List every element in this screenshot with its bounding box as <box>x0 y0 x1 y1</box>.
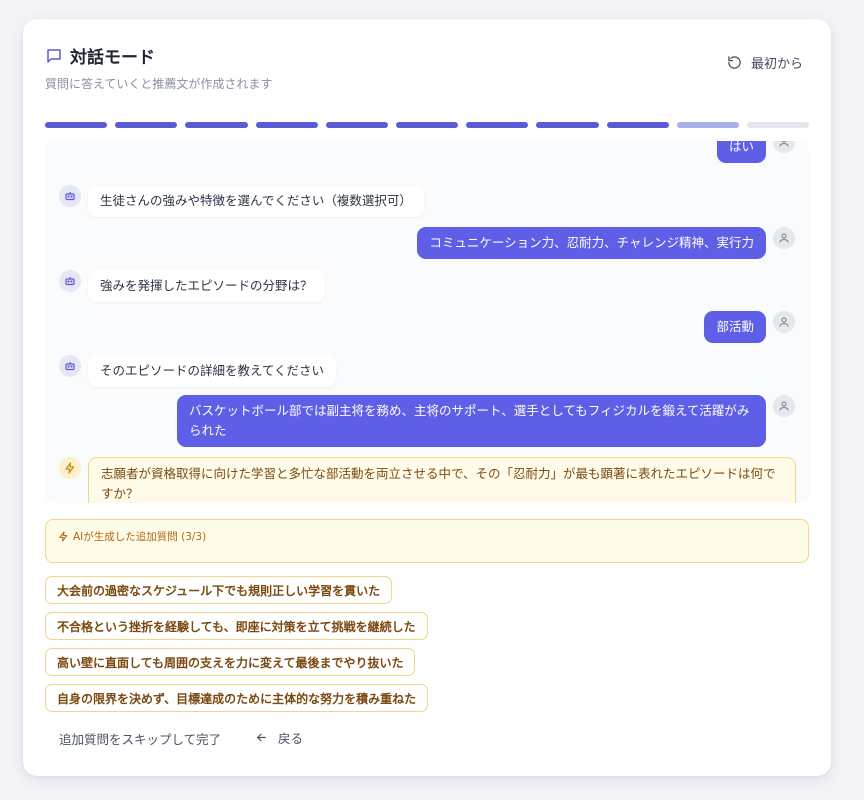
chat-message-bot: 生徒さんの強みや特徴を選んでください（複数選択可） <box>59 185 424 217</box>
user-icon <box>779 401 789 411</box>
chat-message-ai: 志願者が資格取得に向けた学習と多忙な部活動を両立させる中で、その「忍耐力」が最も… <box>59 457 796 503</box>
progress-segment <box>746 122 810 128</box>
user-icon <box>779 317 789 327</box>
ai-generated-notice: AIが生成した追加質問 (3/3) <box>45 519 809 563</box>
progress-segment <box>466 122 529 128</box>
page-subtitle: 質問に答えていくと推薦文が作成されます <box>45 77 273 91</box>
progress-bar <box>45 122 810 128</box>
user-avatar <box>773 311 795 333</box>
robot-icon <box>65 277 75 286</box>
user-bubble: コミュニケーション力、忍耐力、チャレンジ精神、実行力 <box>417 227 766 259</box>
chat-message-user: コミュニケーション力、忍耐力、チャレンジ精神、実行力 <box>417 227 795 259</box>
title-row: 対話モード <box>45 43 809 68</box>
bot-bubble: 強みを発揮したエピソードの分野は？ <box>88 270 325 302</box>
skip-button[interactable]: 追加質問をスキップして完了 <box>59 729 221 748</box>
user-icon <box>779 141 789 147</box>
restart-button[interactable]: 最初から <box>727 53 803 72</box>
user-bubble: はい <box>716 141 766 163</box>
bot-avatar <box>59 270 81 292</box>
rotate-ccw-icon <box>728 56 741 69</box>
progress-segment <box>115 122 178 128</box>
dialog-card: 対話モード 質問に答えていくと推薦文が作成されます 最初から はい 生徒さんの強… <box>23 19 831 776</box>
user-avatar <box>773 395 795 417</box>
progress-segment <box>395 122 459 128</box>
header: 対話モード 質問に答えていくと推薦文が作成されます 最初から <box>45 43 809 91</box>
arrow-left-icon <box>257 733 266 742</box>
chat-area[interactable]: はい 生徒さんの強みや特徴を選んでください（複数選択可） コミュニケーション力、… <box>45 141 809 503</box>
restart-label: 最初から <box>750 57 803 72</box>
chat-message-bot: 強みを発揮したエピソードの分野は？ <box>59 270 325 302</box>
back-label: 戻る <box>278 731 304 746</box>
user-icon <box>779 233 789 243</box>
robot-icon <box>65 192 75 201</box>
ai-question-bubble: 志願者が資格取得に向けた学習と多忙な部活動を両立させる中で、その「忍耐力」が最も… <box>88 457 796 503</box>
bot-avatar <box>59 355 81 377</box>
progress-segment <box>325 122 388 128</box>
user-bubble: バスケットボール部では副主将を務め、主将のサポート、選手としてもフィジカルを鍛え… <box>177 395 766 447</box>
back-button[interactable]: 戻る <box>255 728 303 747</box>
answer-choice[interactable]: 大会前の過密なスケジュール下でも規則正しい学習を貫いた <box>45 576 393 604</box>
user-avatar <box>773 141 795 153</box>
bot-bubble: そのエピソードの詳細を教えてください <box>88 355 337 387</box>
progress-segment <box>676 122 739 128</box>
progress-segment <box>606 122 669 128</box>
bot-avatar <box>59 185 81 207</box>
chat-message-bot: そのエピソードの詳細を教えてください <box>59 355 337 387</box>
robot-icon <box>65 362 75 371</box>
chat-message-user: バスケットボール部では副主将を務め、主将のサポート、選手としてもフィジカルを鍛え… <box>177 395 795 447</box>
chat-bubble-icon <box>45 47 63 65</box>
progress-segment <box>536 122 599 128</box>
chat-message-user: 部活動 <box>704 311 795 343</box>
answer-choice[interactable]: 高い壁に直面しても周囲の支えを力に変えて最後までやり抜いた <box>45 648 416 676</box>
ai-notice-label: AIが生成した追加質問 (3/3) <box>73 530 207 543</box>
ai-avatar <box>59 457 81 479</box>
skip-label: 追加質問をスキップして完了 <box>59 732 222 747</box>
sparkle-icon <box>59 530 68 542</box>
sparkle-icon <box>65 462 75 474</box>
answer-choice[interactable]: 不合格という挫折を経験しても、即座に対策を立て挑戦を継続した <box>45 612 428 640</box>
answer-choice[interactable]: 自身の限界を決めず、目標達成のために主体的な努力を積み重ねた <box>45 684 429 712</box>
progress-segment <box>45 122 108 128</box>
user-avatar <box>773 227 795 249</box>
progress-segment <box>185 122 248 128</box>
user-bubble: 部活動 <box>704 311 766 343</box>
page-title: 対話モード <box>70 48 155 68</box>
progress-segment <box>255 122 318 128</box>
bot-bubble: 生徒さんの強みや特徴を選んでください（複数選択可） <box>88 185 424 217</box>
chat-message-user: はい <box>716 141 795 163</box>
